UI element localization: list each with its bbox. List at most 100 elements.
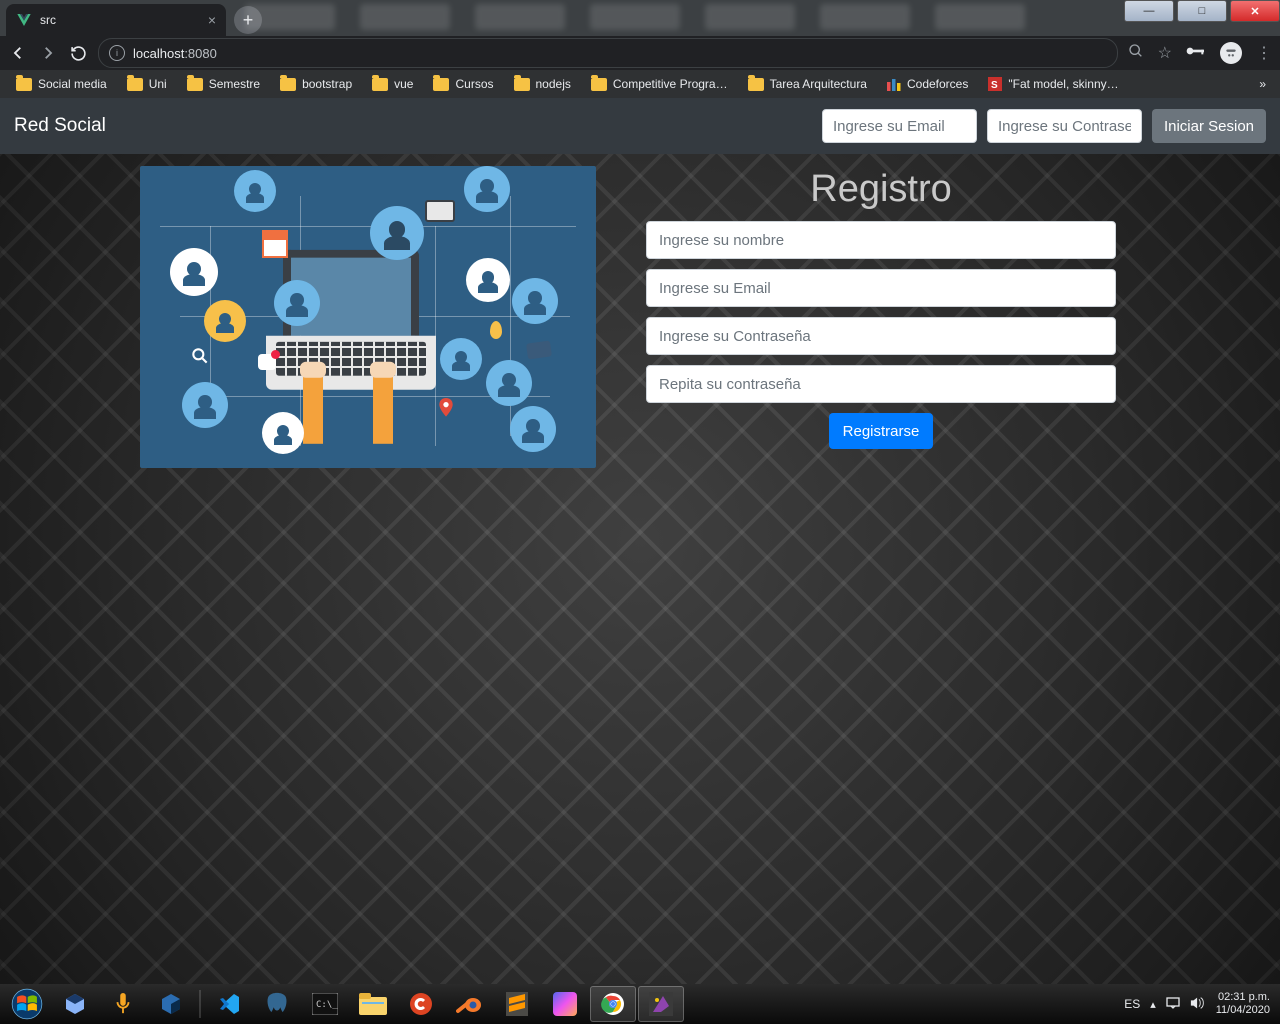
bookmark-label: Tarea Arquitectura xyxy=(770,77,867,91)
bookmarks-overflow-icon[interactable]: » xyxy=(1253,77,1272,91)
taskbar-app-sublime-icon[interactable] xyxy=(494,986,540,1022)
bookmark-label: Social media xyxy=(38,77,107,91)
taskbar-app-lightshot-icon[interactable] xyxy=(638,986,684,1022)
folder-icon xyxy=(16,78,32,91)
folder-icon xyxy=(433,78,449,91)
illustration-person-icon xyxy=(210,306,240,336)
folder-icon xyxy=(591,78,607,91)
illustration-person-icon xyxy=(188,388,222,422)
tray-clock[interactable]: 02:31 p.m. 11/04/2020 xyxy=(1216,991,1270,1016)
bookmark-item[interactable]: Codeforces xyxy=(879,74,976,94)
url-host: localhost:8080 xyxy=(133,46,217,61)
login-submit-button[interactable]: Iniciar Sesion xyxy=(1152,109,1266,143)
bookmark-label: Cursos xyxy=(455,77,493,91)
bookmark-item[interactable]: nodejs xyxy=(506,74,579,94)
brand-title[interactable]: Red Social xyxy=(14,115,106,137)
toolbar-right-group: ☆ ⋮ xyxy=(1128,42,1272,64)
browser-tab-active[interactable]: src × xyxy=(6,4,226,36)
browser-tab-strip: src × + xyxy=(0,0,1280,36)
bookmark-item[interactable]: Social media xyxy=(8,74,115,94)
bookmark-item[interactable]: Uni xyxy=(119,74,175,94)
page-viewport: Red Social Iniciar Sesion xyxy=(0,98,1280,984)
taskbar-app-chrome-icon[interactable] xyxy=(590,986,636,1022)
illustration-person-icon xyxy=(446,344,476,374)
folder-icon xyxy=(748,78,764,91)
bookmark-label: "Fat model, skinny… xyxy=(1008,77,1118,91)
folder-icon xyxy=(280,78,296,91)
bookmark-label: Uni xyxy=(149,77,167,91)
vue-favicon-icon xyxy=(16,12,32,28)
taskbar-app-cube-icon[interactable] xyxy=(148,986,194,1022)
bookmark-label: nodejs xyxy=(536,77,571,91)
taskbar-app-virtualbox-icon[interactable] xyxy=(52,986,98,1022)
tray-show-hidden-icon[interactable]: ▴ xyxy=(1150,998,1156,1011)
bookmark-label: Codeforces xyxy=(907,77,968,91)
tray-action-center-icon[interactable] xyxy=(1166,997,1180,1012)
folder-icon xyxy=(514,78,530,91)
bookmark-item[interactable]: Tarea Arquitectura xyxy=(740,74,875,94)
windows-taskbar: C:\_ ES ▴ 02:31 p.m. 11/04/2020 xyxy=(0,984,1280,1024)
register-password-input[interactable] xyxy=(646,317,1116,355)
register-form: Registro Registrarse xyxy=(646,164,1116,468)
window-maximize-button[interactable]: □ xyxy=(1177,0,1227,22)
browser-toolbar: i localhost:8080 ☆ ⋮ xyxy=(0,36,1280,70)
illustration-person-icon xyxy=(176,254,212,290)
tray-date: 11/04/2020 xyxy=(1216,1004,1270,1017)
zoom-icon[interactable] xyxy=(1128,43,1144,64)
register-email-input[interactable] xyxy=(646,269,1116,307)
login-password-input[interactable] xyxy=(987,109,1142,143)
chrome-menu-icon[interactable]: ⋮ xyxy=(1256,43,1272,63)
taskbar-app-terminal-icon[interactable]: C:\_ xyxy=(302,986,348,1022)
illustration-search-icon xyxy=(190,346,210,371)
bookmark-item[interactable]: bootstrap xyxy=(272,74,360,94)
system-tray: ES ▴ 02:31 p.m. 11/04/2020 xyxy=(1124,991,1276,1016)
tray-language[interactable]: ES xyxy=(1124,997,1140,1011)
bookmark-label: bootstrap xyxy=(302,77,352,91)
bookmark-item[interactable]: Cursos xyxy=(425,74,501,94)
taskbar-app-mic-icon[interactable] xyxy=(100,986,146,1022)
illustration-chat-icon xyxy=(258,354,276,370)
register-name-input[interactable] xyxy=(646,221,1116,259)
address-bar[interactable]: i localhost:8080 xyxy=(98,38,1118,68)
taskbar-app-gradient-icon[interactable] xyxy=(542,986,588,1022)
illustration-person-icon xyxy=(516,412,550,446)
forward-button[interactable] xyxy=(38,43,58,63)
saved-password-key-icon[interactable] xyxy=(1186,44,1206,62)
login-email-input[interactable] xyxy=(822,109,977,143)
hero-illustration xyxy=(140,166,596,468)
page-content: Registro Registrarse xyxy=(0,154,1280,468)
profile-avatar-icon[interactable] xyxy=(1220,42,1242,64)
register-repeat-password-input[interactable] xyxy=(646,365,1116,403)
illustration-person-icon xyxy=(492,366,526,400)
codeforces-icon xyxy=(887,77,901,91)
taskbar-app-ccleaner-icon[interactable] xyxy=(398,986,444,1022)
taskbar-app-blender-icon[interactable] xyxy=(446,986,492,1022)
tray-volume-icon[interactable] xyxy=(1190,996,1206,1013)
illustration-person-icon xyxy=(376,212,418,254)
start-button[interactable] xyxy=(4,986,50,1022)
window-close-button[interactable]: ✕ xyxy=(1230,0,1280,22)
bookmark-item[interactable]: vue xyxy=(364,74,421,94)
back-button[interactable] xyxy=(8,43,28,63)
bookmark-label: Semestre xyxy=(209,77,260,91)
app-navbar: Red Social Iniciar Sesion xyxy=(0,98,1280,154)
bookmark-label: vue xyxy=(394,77,413,91)
bookmark-item[interactable]: Semestre xyxy=(179,74,268,94)
bookmark-item[interactable]: Competitive Progra… xyxy=(583,74,736,94)
reload-button[interactable] xyxy=(68,43,88,63)
svg-text:S: S xyxy=(991,80,998,91)
bookmark-item[interactable]: S "Fat model, skinny… xyxy=(980,74,1126,94)
taskbar-app-explorer-icon[interactable] xyxy=(350,986,396,1022)
bookmark-star-icon[interactable]: ☆ xyxy=(1158,43,1172,63)
tab-close-icon[interactable]: × xyxy=(208,12,216,28)
illustration-camera-icon xyxy=(425,200,455,222)
illustration-person-icon xyxy=(280,286,314,320)
window-minimize-button[interactable]: — xyxy=(1124,0,1174,22)
taskbar-app-postgresql-icon[interactable] xyxy=(254,986,300,1022)
tray-time: 02:31 p.m. xyxy=(1216,991,1270,1004)
taskbar-app-vscode-icon[interactable] xyxy=(206,986,252,1022)
site-info-icon[interactable]: i xyxy=(109,45,125,61)
illustration-lightbulb-icon xyxy=(490,321,502,339)
illustration-person-icon xyxy=(470,172,504,206)
register-submit-button[interactable]: Registrarse xyxy=(829,413,934,449)
